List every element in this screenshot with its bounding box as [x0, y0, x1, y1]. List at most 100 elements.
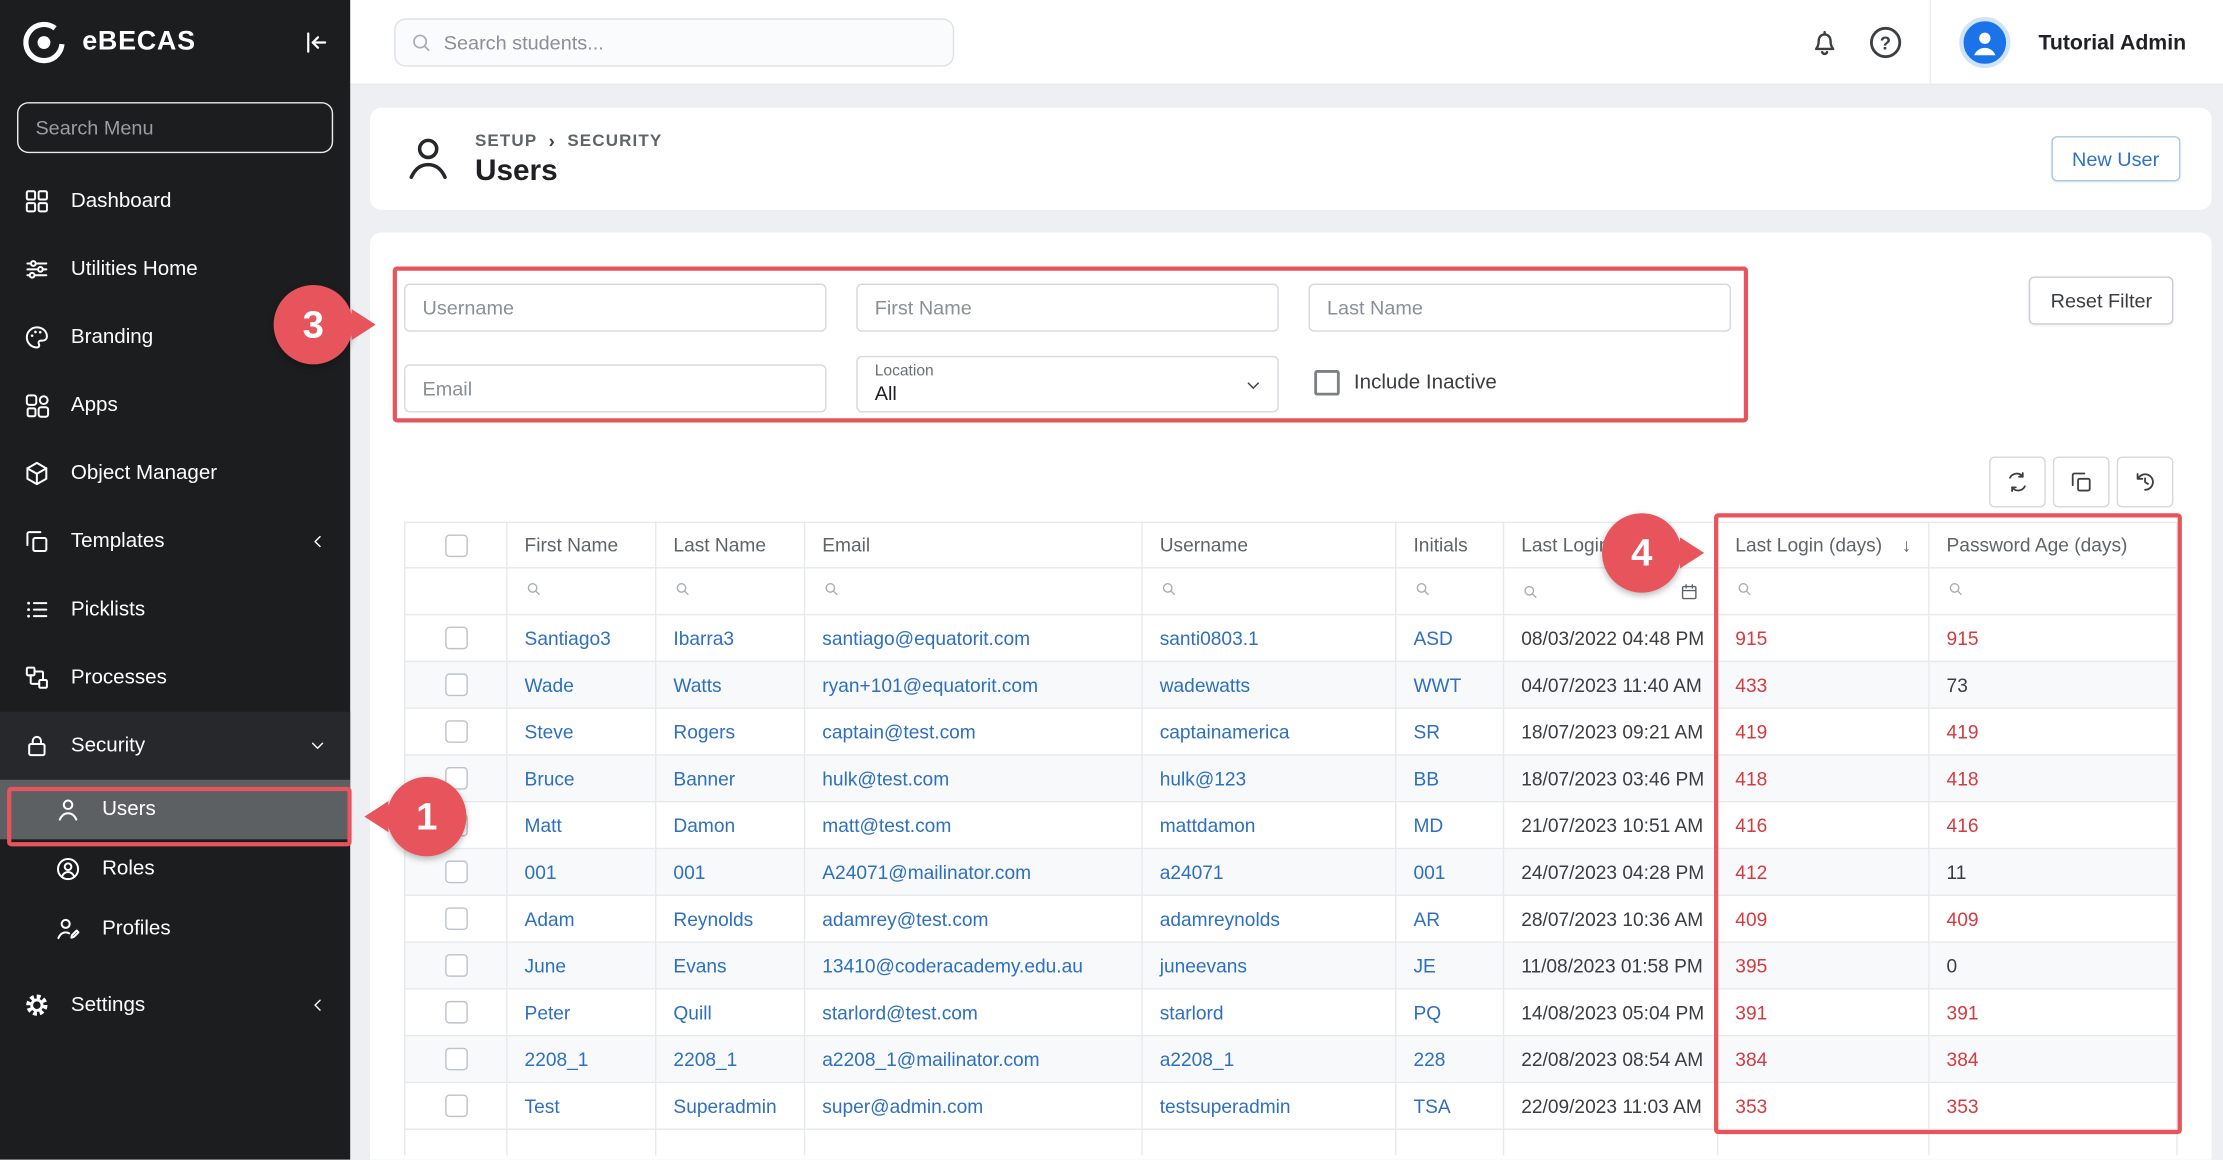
cell-initials[interactable]: AR [1413, 908, 1440, 929]
sidebar-item-users[interactable]: Users [0, 780, 350, 840]
table-row[interactable]: Steve Rogers captain@test.com captainame… [405, 708, 2177, 755]
column-filter-password-age-days[interactable] [1929, 568, 2177, 615]
sidebar-item-picklists[interactable]: Picklists [0, 576, 350, 644]
user-avatar[interactable] [1959, 17, 2010, 68]
cell-last-name[interactable]: Damon [673, 814, 735, 835]
cell-first-name[interactable]: Santiago3 [525, 627, 611, 648]
table-row[interactable]: Wade Watts ryan+101@equatorit.com wadewa… [405, 661, 2177, 708]
row-checkbox[interactable] [444, 861, 467, 884]
student-search[interactable] [394, 18, 954, 66]
column-header-initials[interactable]: Initials [1396, 522, 1504, 567]
cell-email[interactable]: 13410@coderacademy.edu.au [822, 955, 1083, 976]
row-checkbox[interactable] [444, 1001, 467, 1024]
cell-last-name[interactable]: Reynolds [673, 908, 753, 929]
cell-first-name[interactable]: Bruce [525, 768, 575, 789]
sidebar-item-object-manager[interactable]: Object Manager [0, 439, 350, 507]
table-row[interactable]: Peter Quill starlord@test.com starlord P… [405, 989, 2177, 1036]
row-checkbox[interactable] [444, 627, 467, 650]
filter-email-input[interactable] [404, 364, 826, 412]
cell-last-name[interactable]: Watts [673, 674, 721, 695]
sidebar-item-templates[interactable]: Templates [0, 508, 350, 576]
sidebar-item-profiles[interactable]: Profiles [0, 899, 350, 959]
new-user-button[interactable]: New User [2051, 136, 2181, 181]
column-header-password-age-days[interactable]: Password Age (days) [1929, 522, 2177, 567]
notifications-bell-icon[interactable] [1807, 26, 1841, 60]
cell-email[interactable]: adamrey@test.com [822, 908, 988, 929]
cell-username[interactable]: wadewatts [1160, 674, 1250, 695]
column-header-email[interactable]: Email [805, 522, 1142, 567]
select-all-checkbox[interactable] [444, 534, 467, 557]
cell-username[interactable]: adamreynolds [1160, 908, 1280, 929]
collapse-sidebar-icon[interactable] [299, 27, 330, 58]
table-row[interactable]: June Evans 13410@coderacademy.edu.au jun… [405, 942, 2177, 989]
sidebar-item-dashboard[interactable]: Dashboard [0, 167, 350, 235]
sidebar-item-roles[interactable]: Roles [0, 839, 350, 899]
column-header-last-login-days[interactable]: Last Login (days)↓ [1718, 522, 1929, 567]
cell-first-name[interactable]: 001 [525, 861, 557, 882]
column-filter-last-login-days[interactable] [1718, 568, 1929, 615]
cell-initials[interactable]: ASD [1413, 627, 1452, 648]
cell-username[interactable]: a24071 [1160, 861, 1224, 882]
cell-username[interactable]: juneevans [1160, 955, 1247, 976]
cell-last-name[interactable]: Rogers [673, 721, 735, 742]
cell-first-name[interactable]: Test [525, 1095, 560, 1116]
cell-first-name[interactable]: Wade [525, 674, 574, 695]
column-filter-first-name[interactable] [507, 568, 656, 615]
sidebar-search-input[interactable] [17, 102, 333, 153]
cell-first-name[interactable]: 2208_1 [525, 1048, 589, 1069]
table-row[interactable]: 001 001 A24071@mailinator.com a24071 001… [405, 849, 2177, 896]
row-checkbox[interactable] [444, 674, 467, 697]
cell-username[interactable]: santi0803.1 [1160, 627, 1259, 648]
table-row[interactable]: Matt Damon matt@test.com mattdamon MD 21… [405, 802, 2177, 849]
cell-email[interactable]: hulk@test.com [822, 768, 949, 789]
filter-username-input[interactable] [404, 284, 826, 332]
cell-last-name[interactable]: Ibarra3 [673, 627, 734, 648]
cell-initials[interactable]: WWT [1413, 674, 1461, 695]
export-copy-icon[interactable] [2053, 457, 2110, 508]
column-filter-last-name[interactable] [656, 568, 805, 615]
sidebar-item-processes[interactable]: Processes [0, 644, 350, 712]
student-search-input[interactable] [444, 31, 939, 54]
sidebar-item-security[interactable]: Security [0, 712, 350, 780]
checkbox-box[interactable] [1314, 370, 1340, 396]
table-row[interactable]: Adam Reynolds adamrey@test.com adamreyno… [405, 895, 2177, 942]
location-select[interactable]: Location All [856, 356, 1278, 413]
current-user-name[interactable]: Tutorial Admin [2038, 30, 2186, 54]
cell-initials[interactable]: 228 [1413, 1048, 1445, 1069]
cell-email[interactable]: A24071@mailinator.com [822, 861, 1031, 882]
cell-first-name[interactable]: Peter [525, 1002, 571, 1023]
cell-last-name[interactable]: 001 [673, 861, 705, 882]
cell-last-name[interactable]: Evans [673, 955, 726, 976]
filter-first-name-input[interactable] [856, 284, 1278, 332]
column-filter-initials[interactable] [1396, 568, 1504, 615]
calendar-icon[interactable] [1679, 581, 1700, 602]
cell-initials[interactable]: TSA [1413, 1095, 1450, 1116]
cell-email[interactable]: captain@test.com [822, 721, 975, 742]
cell-username[interactable]: captainamerica [1160, 721, 1290, 742]
breadcrumb-setup[interactable]: SETUP [475, 130, 537, 150]
sidebar-item-apps[interactable]: Apps [0, 371, 350, 439]
cell-initials[interactable]: JE [1413, 955, 1435, 976]
row-checkbox[interactable] [444, 954, 467, 977]
row-checkbox[interactable] [444, 721, 467, 744]
cell-last-name[interactable]: 2208_1 [673, 1048, 737, 1069]
cell-initials[interactable]: BB [1413, 768, 1439, 789]
cell-username[interactable]: testsuperadmin [1160, 1095, 1291, 1116]
column-header-last-name[interactable]: Last Name [656, 522, 805, 567]
cell-username[interactable]: a2208_1 [1160, 1048, 1235, 1069]
column-header-username[interactable]: Username [1142, 522, 1396, 567]
column-filter-username[interactable] [1142, 568, 1396, 615]
cell-initials[interactable]: MD [1413, 814, 1443, 835]
row-checkbox[interactable] [444, 908, 467, 931]
refresh-icon[interactable] [1989, 457, 2046, 508]
cell-first-name[interactable]: Steve [525, 721, 574, 742]
column-header-first-name[interactable]: First Name [507, 522, 656, 567]
column-filter-email[interactable] [805, 568, 1142, 615]
sort-descending-icon[interactable]: ↓ [1902, 534, 1911, 555]
table-row[interactable]: Santiago3 Ibarra3 santiago@equatorit.com… [405, 615, 2177, 662]
cell-username[interactable]: starlord [1160, 1002, 1224, 1023]
cell-email[interactable]: santiago@equatorit.com [822, 627, 1030, 648]
cell-initials[interactable]: 001 [1413, 861, 1445, 882]
filter-last-name-input[interactable] [1309, 284, 1731, 332]
table-row[interactable]: Bruce Banner hulk@test.com hulk@123 BB 1… [405, 755, 2177, 802]
